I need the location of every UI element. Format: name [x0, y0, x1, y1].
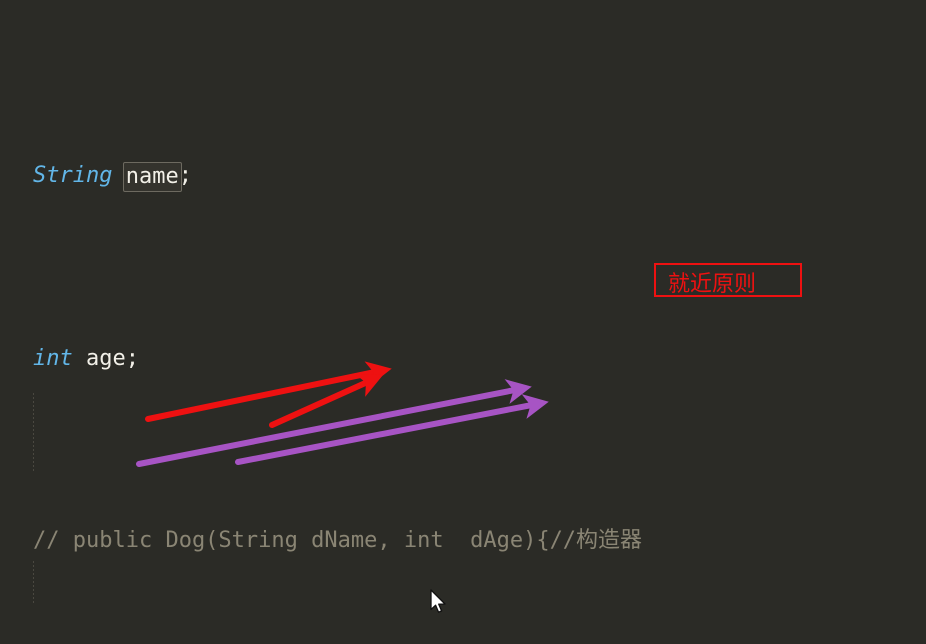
- code-line-1[interactable]: String name;: [0, 158, 926, 195]
- comment-constructor-signature: // public Dog(String dName, int dAge){: [33, 528, 550, 553]
- code-text-layer[interactable]: String name; int age; // public Dog(Stri…: [0, 12, 926, 644]
- code-line-2[interactable]: int age;: [0, 341, 926, 378]
- token-type-int: int: [33, 345, 73, 371]
- comment-constructor-label: //构造器: [549, 528, 643, 553]
- token-type-string: String: [33, 163, 113, 188]
- code-line-3[interactable]: // public Dog(String dName, int dAge){//…: [0, 523, 926, 560]
- token-age-field: age;: [86, 345, 139, 371]
- boxed-token-name-field[interactable]: name: [122, 162, 182, 192]
- code-editor-screenshot: String name; int age; // public Dog(Stri…: [0, 0, 926, 644]
- annotation-red-box-label: 就近原则: [668, 272, 757, 297]
